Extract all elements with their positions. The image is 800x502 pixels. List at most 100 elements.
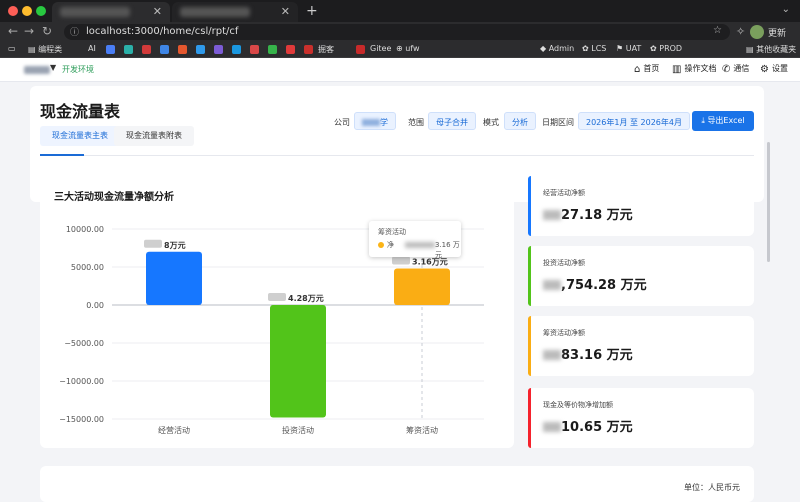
bookmark-icon[interactable] (304, 45, 313, 54)
tab-divider (40, 155, 754, 156)
stat-accent-bar (528, 246, 531, 306)
chart-card: 三大活动现金流量净额分析 10000.00 5000.00 0.00 −5000.00… (40, 176, 514, 448)
tab-main-statement[interactable]: 现金流量表主表 (40, 126, 120, 146)
bookmark-item[interactable]: ⊕ ufw (396, 44, 420, 53)
bookmark-item[interactable]: Gitee (370, 44, 391, 53)
tab-supplementary-statement[interactable]: 现金流量表附表 (114, 126, 194, 146)
y-tick-label: −5000.00 (64, 339, 104, 348)
nav-home[interactable]: ⌂ 首页 (634, 63, 659, 75)
bookmark-icon[interactable] (142, 45, 151, 54)
app-logo[interactable] (24, 66, 50, 74)
bookmarks-bar: ▭ ▤ 编程类 AI 掘客 Gitee ⊕ ufw ◆ Admin ✿ LCS … (0, 42, 800, 58)
address-url[interactable]: localhost:3000/home/csl/rpt/cf (86, 26, 238, 37)
scope-label: 范围 (408, 118, 424, 127)
bookmark-item[interactable]: ⚑ UAT (616, 44, 641, 53)
company-select[interactable]: 学 (354, 112, 396, 130)
maximize-window-button[interactable] (36, 6, 46, 16)
book-icon: ▥ (672, 64, 682, 75)
close-icon[interactable]: ✕ (281, 5, 290, 18)
net-cashflow-bar-chart[interactable]: 10000.00 5000.00 0.00 −5000.00 −10000.00 −150… (40, 176, 514, 448)
scope-select[interactable]: 母子合并 (428, 112, 476, 130)
stat-card-financing: 筹资活动净额 83.16 万元 (528, 316, 754, 376)
apps-icon[interactable]: ▭ (8, 44, 16, 53)
bookmark-icon[interactable] (286, 45, 295, 54)
bookmark-icon[interactable] (124, 45, 133, 54)
bookmark-item[interactable]: ◆ Admin (540, 44, 574, 53)
back-icon[interactable]: ← (8, 24, 18, 38)
browser-tab[interactable]: ✕ (172, 2, 298, 22)
y-tick-label: 5000.00 (71, 263, 104, 272)
bookmark-icon[interactable] (232, 45, 241, 54)
address-bar[interactable]: ⓘ localhost:3000/home/csl/rpt/cf ☆ (64, 24, 730, 40)
mode-label: 模式 (483, 118, 499, 127)
y-tick-label: −15000.00 (59, 415, 104, 424)
bookmark-folder[interactable]: ▤ 编程类 (28, 44, 62, 55)
close-window-button[interactable] (8, 6, 18, 16)
bookmark-icon[interactable] (160, 45, 169, 54)
data-label-redacted (144, 239, 162, 248)
phone-icon: ✆ (722, 64, 731, 75)
update-button[interactable]: 更新 (768, 26, 786, 39)
stat-card-net-increase: 现金及等价物净增加额 10.65 万元 (528, 388, 754, 448)
bookmark-item[interactable]: AI (88, 44, 96, 53)
data-label: 4.28万元 (288, 294, 324, 303)
export-excel-button[interactable]: ⤓ 导出Excel (692, 111, 754, 131)
stat-card-investing: 投资活动净额 ,754.28 万元 (528, 246, 754, 306)
tab-search-icon[interactable]: ⌄ (782, 4, 790, 15)
reload-icon[interactable]: ↻ (42, 24, 52, 38)
tooltip-value-redacted (405, 242, 435, 248)
bookmark-star-icon[interactable]: ☆ (713, 25, 722, 36)
bookmark-icon (356, 45, 365, 54)
mode-select[interactable]: 分析 (504, 112, 536, 130)
chart-bar[interactable] (270, 305, 326, 418)
x-tick-label: 筹资活动 (406, 425, 438, 435)
nav-docs[interactable]: ▥ 操作文档 (672, 63, 716, 75)
stat-label: 筹资活动净额 (543, 329, 585, 337)
app-page: ▼ 开发环境 ⌂ 首页 ▥ 操作文档 ✆ 通信 ⚙ 设置 现金流量表 现金流量表主表 现… (0, 58, 800, 502)
bookmark-item[interactable]: 掘客 (318, 44, 334, 55)
chart-bar[interactable] (394, 268, 450, 305)
date-range-picker[interactable]: 2026年1月 至 2026年4月 (578, 112, 690, 130)
page-scrollbar[interactable] (767, 142, 770, 262)
env-badge: 开发环境 (62, 65, 94, 74)
minimize-window-button[interactable] (22, 6, 32, 16)
nav-settings[interactable]: ⚙ 设置 (760, 63, 788, 75)
stat-label: 现金及等价物净增加额 (543, 401, 613, 409)
stat-value-redacted (543, 422, 561, 432)
stat-value: 10.65 万元 (543, 416, 633, 435)
forward-icon[interactable]: → (24, 24, 34, 38)
chart-bar[interactable] (146, 251, 202, 305)
bookmark-icon[interactable] (214, 45, 223, 54)
bookmark-icon[interactable] (250, 45, 259, 54)
company-label: 公司 (334, 118, 350, 127)
site-info-icon[interactable]: ⓘ (70, 25, 79, 38)
other-bookmarks-folder[interactable]: ▤ 其他收藏夹 (746, 44, 796, 55)
tooltip-series-dot (378, 242, 384, 248)
stat-accent-bar (528, 176, 531, 236)
bookmark-item[interactable]: ✿ LCS (582, 44, 606, 53)
extensions-icon[interactable]: ✧ (736, 25, 745, 38)
tab-title-redacted (60, 7, 130, 17)
y-tick-label: 10000.00 (66, 225, 104, 234)
stat-label: 经营活动净额 (543, 189, 585, 197)
bookmark-icon[interactable] (106, 45, 115, 54)
page-title: 现金流量表 (40, 102, 121, 121)
nav-contacts[interactable]: ✆ 通信 (722, 63, 749, 75)
stat-value: ,754.28 万元 (543, 274, 647, 293)
bookmark-icon[interactable] (196, 45, 205, 54)
currency-unit: 单位：人民币元 (684, 483, 740, 492)
company-name-redacted (362, 119, 380, 126)
close-icon[interactable]: ✕ (153, 5, 162, 18)
bookmark-icon[interactable] (178, 45, 187, 54)
stat-accent-bar (528, 316, 531, 376)
browser-tab-active[interactable]: ✕ (52, 2, 170, 22)
bookmark-item[interactable]: ✿ PROD (650, 44, 682, 53)
new-tab-icon[interactable]: + (306, 3, 318, 19)
y-tick-label: −10000.00 (59, 377, 104, 386)
stat-value-redacted (543, 350, 561, 360)
browser-tabstrip: ✕ ✕ + ⌄ (0, 0, 800, 22)
bookmark-icon[interactable] (268, 45, 277, 54)
stat-label: 投资活动净额 (543, 259, 585, 267)
profile-avatar[interactable] (750, 25, 764, 39)
chevron-down-icon[interactable]: ▼ (50, 63, 56, 72)
